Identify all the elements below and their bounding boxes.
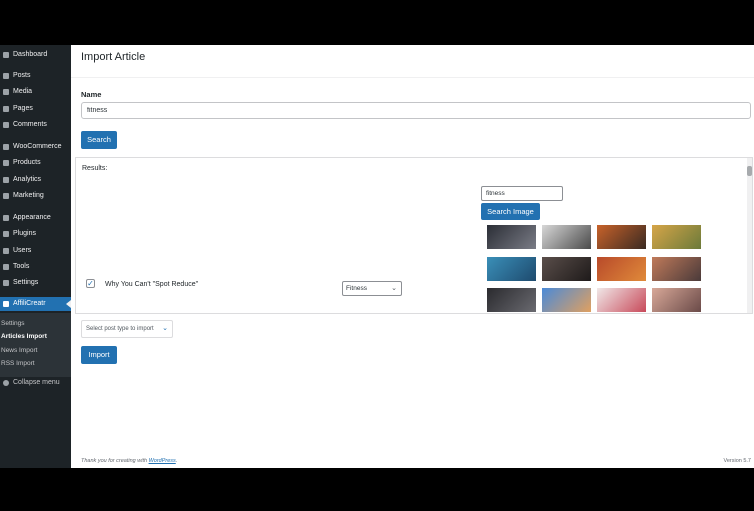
image-thumbnail[interactable] (487, 225, 536, 249)
footer-thanks-suffix: . (175, 458, 178, 464)
page-title: Import Article (81, 51, 146, 63)
import-button[interactable]: Import (81, 346, 117, 364)
sidebar-item-appearance[interactable]: Appearance (0, 211, 71, 225)
post-type-select[interactable]: Select post type to import ⌄ (81, 320, 173, 338)
plugin-logo-icon (3, 301, 9, 307)
collapse-icon (3, 380, 9, 386)
results-label: Results: (82, 165, 108, 172)
dashboard-icon (3, 52, 9, 58)
sidebar-item-label: Marketing (13, 192, 44, 199)
results-scrollbar[interactable] (747, 158, 752, 313)
wordpress-link[interactable]: WordPress (149, 458, 176, 464)
divider (71, 77, 754, 78)
sidebar-item-settings[interactable]: Settings (0, 276, 71, 290)
sidebar-item-dashboard[interactable]: Dashboard (0, 48, 71, 62)
sidebar-item-marketing[interactable]: Marketing (0, 189, 71, 203)
sidebar-item-tools[interactable]: Tools (0, 260, 71, 274)
analytics-icon (3, 177, 9, 183)
media-icon (3, 89, 9, 95)
footer-thanks: Thank you for creating with WordPress. (81, 458, 177, 464)
footer-version: Version 5.7 (723, 458, 751, 464)
sidebar-item-plugins[interactable]: Plugins (0, 227, 71, 241)
products-icon (3, 160, 9, 166)
megaphone-icon (3, 193, 9, 199)
sidebar-item-label: Settings (13, 279, 39, 286)
sidebar-item-analytics[interactable]: Analytics (0, 173, 71, 187)
search-button[interactable]: Search (81, 131, 117, 149)
sidebar-item-affilicreatr[interactable]: AffiliCreatr (0, 297, 71, 311)
sidebar-item-label: Products (13, 159, 41, 166)
page-icon (3, 106, 9, 112)
image-thumbnail[interactable] (542, 288, 591, 312)
image-thumbnail[interactable] (652, 257, 701, 281)
chevron-down-icon: ⌄ (391, 285, 397, 292)
footer-thanks-text: Thank you for creating with (81, 458, 149, 464)
sidebar-item-comments[interactable]: Comments (0, 118, 71, 132)
admin-sidebar: Dashboard Posts Media Pages Comments Woo… (0, 45, 71, 468)
sidebar-item-label: Media (13, 88, 33, 95)
image-thumbnail[interactable] (487, 257, 536, 281)
users-icon (3, 248, 9, 254)
sidebar-item-label: Appearance (13, 214, 51, 221)
plugin-icon (3, 231, 9, 237)
category-select-value: Fitness (346, 285, 367, 292)
image-thumbnail[interactable] (542, 257, 591, 281)
settings-icon (3, 280, 9, 286)
post-type-placeholder: Select post type to import (86, 326, 154, 332)
submenu-item-settings[interactable]: Settings (0, 317, 71, 330)
sidebar-item-label: Comments (13, 121, 47, 128)
sidebar-item-label: Analytics (13, 176, 42, 183)
search-image-button[interactable]: Search Image (481, 203, 540, 220)
category-select[interactable]: Fitness ⌄ (342, 281, 402, 296)
sidebar-item-label: Plugins (13, 230, 36, 237)
image-thumbnail[interactable] (652, 225, 701, 249)
image-thumbnail[interactable] (542, 225, 591, 249)
sidebar-item-label: Dashboard (13, 51, 48, 58)
image-thumbnail[interactable] (597, 225, 646, 249)
main-content: Import Article Name Search Results: fitn… (71, 45, 754, 468)
sidebar-item-label: Posts (13, 72, 31, 79)
image-thumbnail[interactable] (597, 288, 646, 312)
sidebar-item-label: Users (13, 247, 32, 254)
sidebar-item-label: AffiliCreatr (13, 300, 46, 307)
sidebar-item-media[interactable]: Media (0, 85, 71, 99)
sidebar-item-users[interactable]: Users (0, 244, 71, 258)
chevron-down-icon: ⌄ (162, 325, 168, 332)
image-thumbnail[interactable] (652, 288, 701, 312)
woocommerce-icon (3, 144, 9, 150)
sidebar-item-woocommerce[interactable]: WooCommerce (0, 140, 71, 154)
image-thumbnail[interactable] (597, 257, 646, 281)
scrollbar-thumb[interactable] (747, 166, 752, 176)
pin-icon (3, 73, 9, 79)
sidebar-item-posts[interactable]: Posts (0, 69, 71, 83)
sidebar-item-pages[interactable]: Pages (0, 102, 71, 116)
sidebar-item-label: Tools (13, 263, 30, 270)
sidebar-item-label: WooCommerce (13, 143, 62, 150)
image-thumbnail[interactable] (487, 288, 536, 312)
sidebar-item-label: Pages (13, 105, 33, 112)
name-label: Name (81, 90, 102, 99)
article-title: Why You Can't "Spot Reduce" (105, 281, 199, 288)
collapse-menu-label: Collapse menu (13, 379, 60, 386)
comment-icon (3, 122, 9, 128)
name-input[interactable] (81, 102, 751, 119)
wrench-icon (3, 264, 9, 270)
brush-icon (3, 215, 9, 221)
submenu-item-articles-import[interactable]: Articles Import (0, 330, 71, 343)
article-checkbox[interactable]: ✓ (86, 279, 95, 288)
collapse-menu-button[interactable]: Collapse menu (0, 376, 71, 390)
submenu-item-news-import[interactable]: News Import (0, 344, 71, 357)
submenu-item-rss-import[interactable]: RSS Import (0, 357, 71, 370)
results-panel: Results: fitness Search Image ✓ Why You … (75, 157, 753, 314)
sidebar-item-products[interactable]: Products (0, 156, 71, 170)
image-search-input[interactable]: fitness (481, 186, 563, 201)
wp-admin-frame: Dashboard Posts Media Pages Comments Woo… (0, 45, 754, 468)
